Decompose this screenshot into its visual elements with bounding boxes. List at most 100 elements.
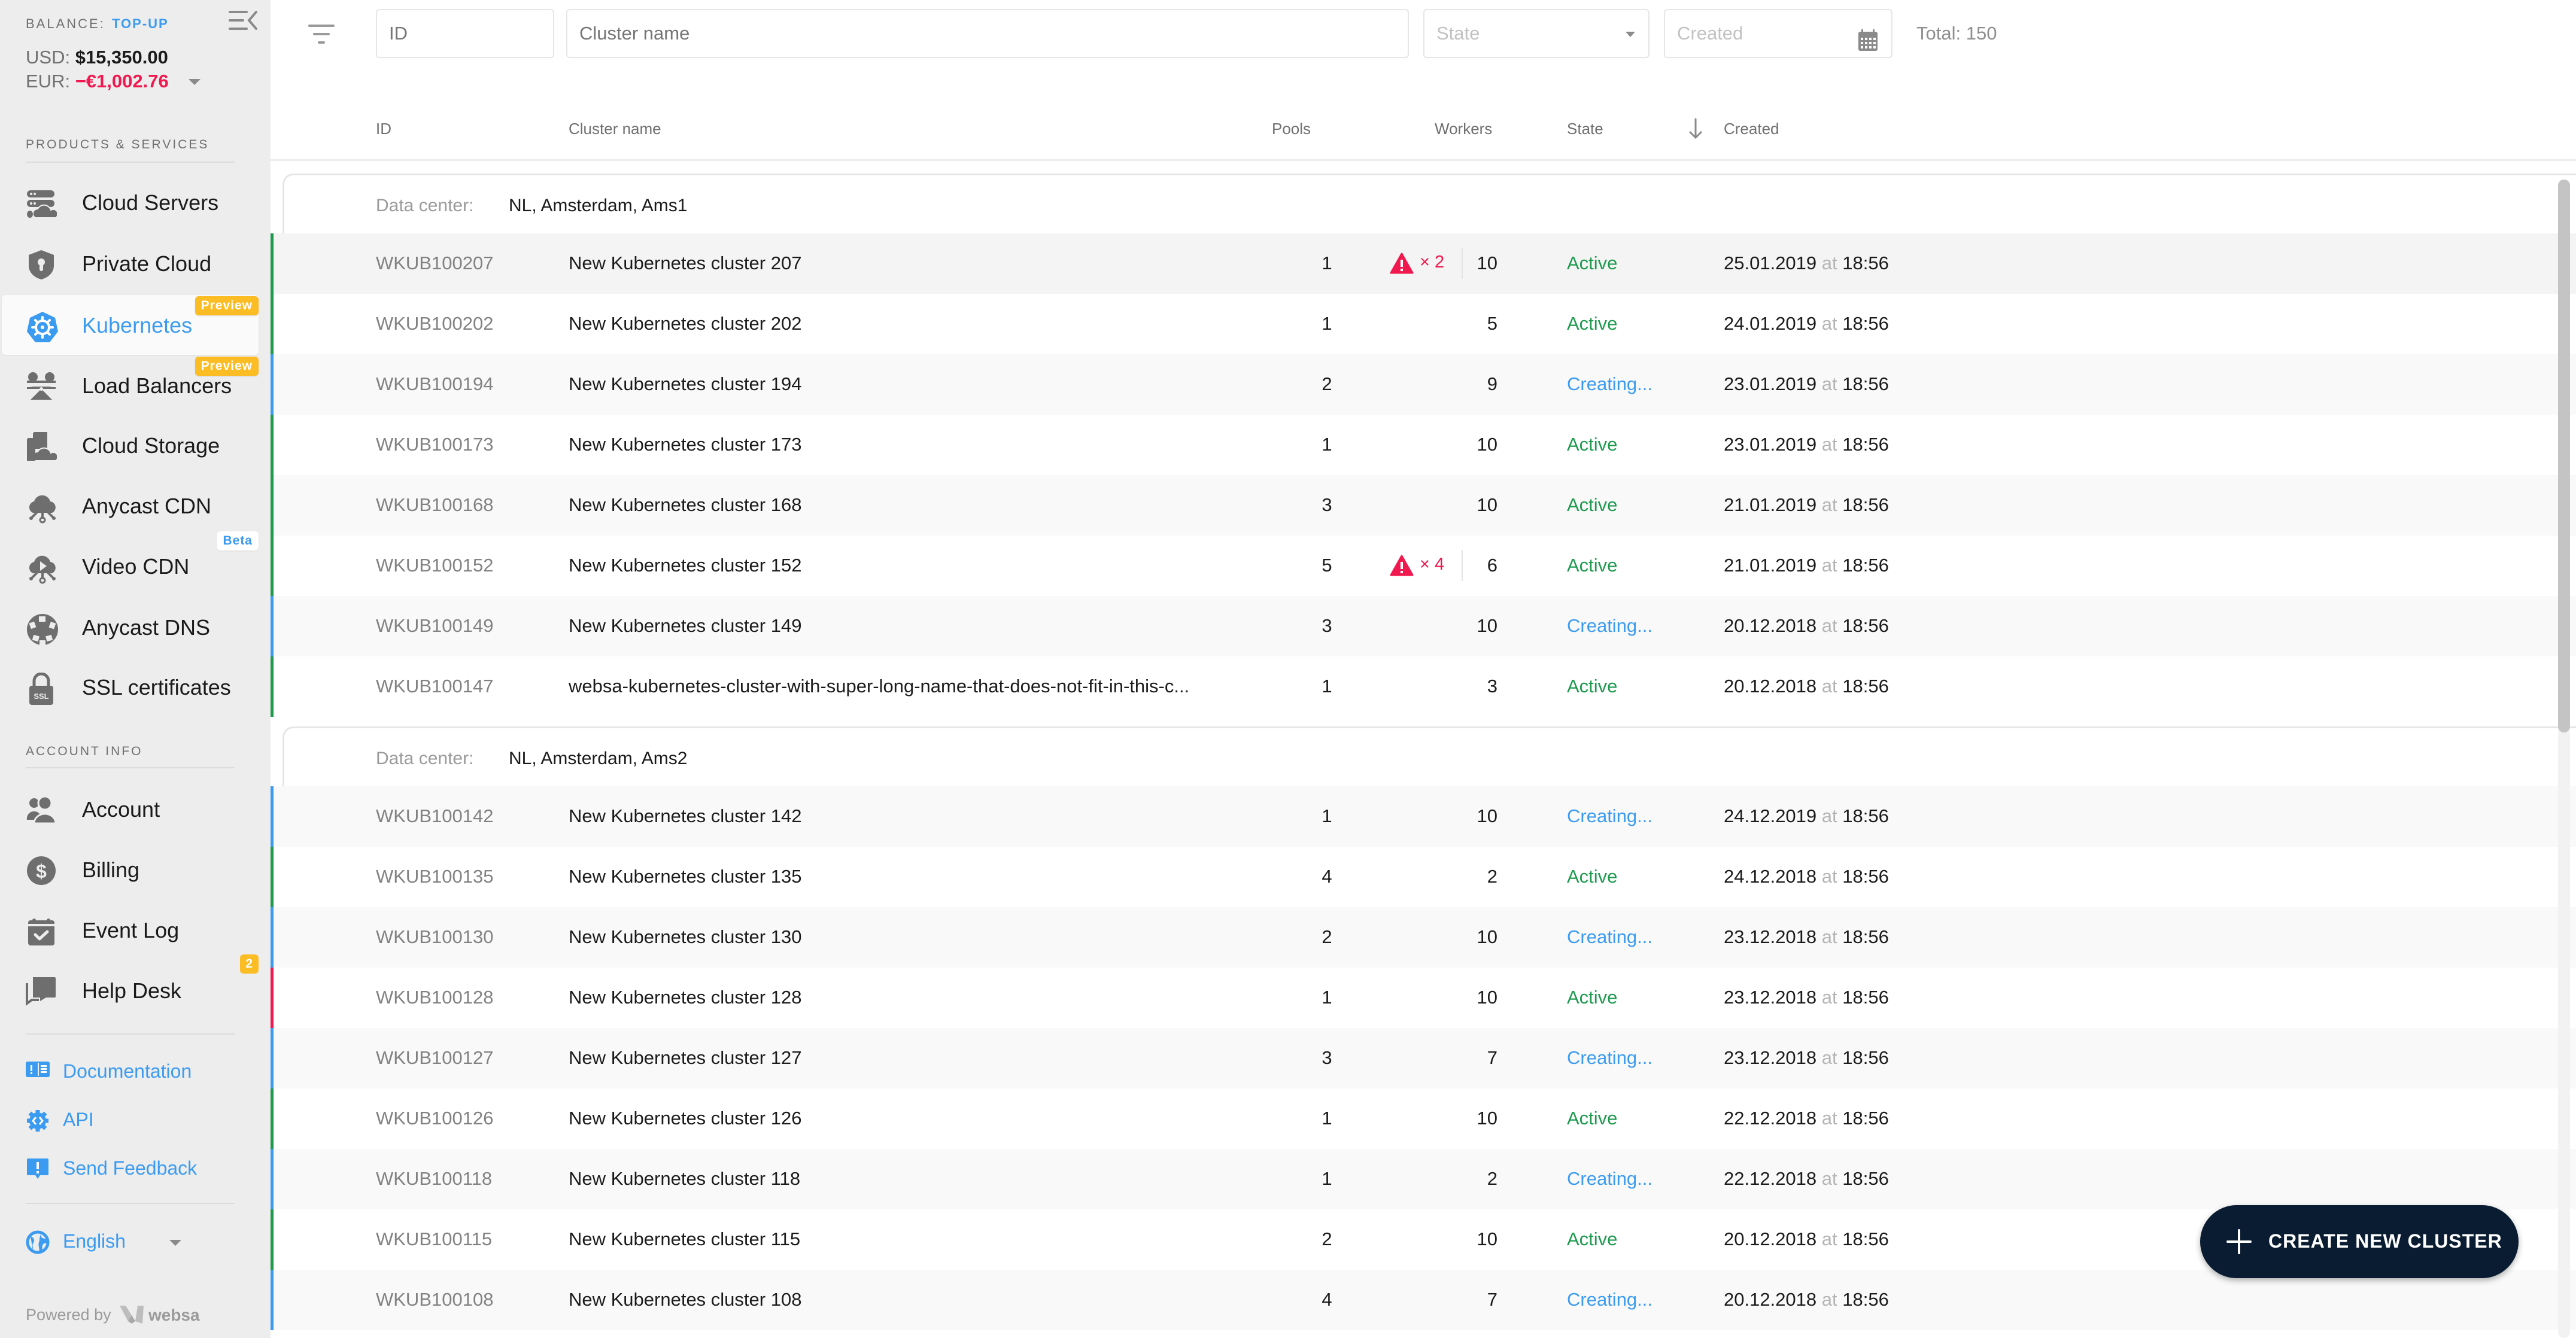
created-datetime: 24.01.2019 at 18:56 [1724, 313, 1889, 334]
at-label: at [1821, 1108, 1837, 1129]
cluster-id: WKUB100147 [376, 676, 494, 697]
table-row[interactable]: WKUB100168 New Kubernetes cluster 168 3 … [271, 475, 2576, 536]
status-stripe [271, 294, 274, 354]
topup-link[interactable]: TOP-UP [112, 16, 169, 32]
table-row[interactable]: WKUB100130 New Kubernetes cluster 130 2 … [271, 907, 2576, 968]
scrollbar-thumb[interactable] [2558, 180, 2570, 732]
sidebar-item-load-balancers[interactable]: Load Balancers Preview [2, 355, 259, 415]
status-stripe [271, 596, 274, 656]
created-date: 23.12.2018 [1724, 1047, 1817, 1068]
language-selector[interactable]: English [26, 1227, 187, 1257]
sidebar-item-anycast-cdn[interactable]: Anycast CDN [2, 476, 259, 536]
created-time: 18:56 [1842, 1228, 1889, 1249]
pools-count: 4 [1322, 866, 1332, 887]
created-date: 22.12.2018 [1724, 1168, 1817, 1189]
id-filter-input[interactable] [376, 9, 554, 58]
cluster-name: New Kubernetes cluster 135 [569, 866, 802, 887]
table-row[interactable]: WKUB100147 websa-kubernetes-cluster-with… [271, 656, 2576, 717]
total-count: Total: 150 [1916, 23, 1997, 44]
cluster-name: New Kubernetes cluster 128 [569, 987, 802, 1008]
status-badge: Active [1567, 253, 1618, 273]
created-time: 18:56 [1842, 555, 1889, 576]
created-date: 20.12.2018 [1724, 1289, 1817, 1310]
column-header-state[interactable]: State [1567, 120, 1603, 138]
cluster-id: WKUB100126 [376, 1108, 494, 1129]
eur-balance: EUR: −€1,002.76 [26, 71, 169, 92]
workers-count: 7 [1487, 1289, 1497, 1310]
table-row[interactable]: WKUB100126 New Kubernetes cluster 126 1 … [271, 1088, 2576, 1149]
table-row[interactable]: WKUB100207 New Kubernetes cluster 207 1 … [271, 233, 2576, 294]
sidebar-item-kubernetes[interactable]: Kubernetes Preview [2, 295, 259, 355]
sort-descending-icon[interactable] [1688, 117, 1703, 140]
sidebar-item-anycast-dns[interactable]: Anycast DNS [2, 597, 259, 657]
table-row[interactable]: WKUB100128 New Kubernetes cluster 128 1 … [271, 968, 2576, 1028]
table-row[interactable]: WKUB100194 New Kubernetes cluster 194 2 … [271, 354, 2576, 415]
table-row[interactable]: WKUB100127 New Kubernetes cluster 127 3 … [271, 1028, 2576, 1088]
balance-dropdown-icon[interactable] [189, 79, 201, 85]
table-row[interactable]: WKUB100202 New Kubernetes cluster 202 1 … [271, 294, 2576, 354]
create-new-cluster-button[interactable]: CREATE NEW CLUSTER [2200, 1205, 2519, 1278]
column-header-id[interactable]: ID [376, 120, 391, 138]
column-header-created[interactable]: Created [1724, 120, 1779, 138]
chevron-down-icon [1626, 32, 1635, 37]
balance-label: BALANCE: [26, 16, 105, 31]
at-label: at [1821, 1168, 1837, 1189]
status-badge: Creating... [1567, 1289, 1653, 1310]
cluster-name: websa-kubernetes-cluster-with-super-long… [569, 676, 1190, 697]
sidebar-item-ssl-certificates[interactable]: SSL SSL certificates [2, 657, 259, 717]
column-header-name[interactable]: Cluster name [569, 120, 661, 138]
column-header-workers[interactable]: Workers [1435, 120, 1492, 138]
status-stripe [271, 536, 274, 596]
created-filter-input[interactable]: Created [1664, 9, 1892, 58]
sidebar-item-event-log[interactable]: Event Log [2, 900, 259, 960]
sidebar-item-cloud-storage[interactable]: Cloud Storage [2, 415, 259, 475]
sidebar-item-billing[interactable]: $ Billing [2, 840, 259, 899]
divider [26, 1203, 235, 1204]
status-stripe [271, 475, 274, 536]
column-header-pools[interactable]: Pools [1272, 120, 1311, 138]
cluster-id: WKUB100207 [376, 253, 494, 273]
cloud-storage-icon [26, 431, 59, 462]
table-row[interactable]: WKUB100173 New Kubernetes cluster 173 1 … [271, 415, 2576, 475]
status-badge: Creating... [1567, 805, 1653, 826]
table-row[interactable]: WKUB100108 New Kubernetes cluster 108 4 … [271, 1270, 2576, 1330]
cluster-id: WKUB100118 [376, 1168, 493, 1189]
workers-count: 10 [1477, 434, 1497, 455]
table-row[interactable]: WKUB100149 New Kubernetes cluster 149 3 … [271, 596, 2576, 656]
cluster-name-filter-input[interactable] [566, 9, 1409, 58]
state-filter-select[interactable]: State [1423, 9, 1650, 58]
cluster-name: New Kubernetes cluster 126 [569, 1108, 802, 1129]
collapse-sidebar-icon[interactable] [229, 10, 257, 31]
sidebar-item-video-cdn[interactable]: Video CDN Beta [2, 531, 259, 596]
created-time: 18:56 [1842, 313, 1889, 334]
status-badge: Active [1567, 987, 1618, 1008]
sidebar-item-account[interactable]: Account [2, 779, 259, 839]
at-label: at [1821, 926, 1837, 947]
created-time: 18:56 [1842, 253, 1889, 273]
status-badge: Active [1567, 434, 1618, 455]
created-datetime: 24.12.2019 at 18:56 [1724, 805, 1889, 827]
pools-count: 1 [1322, 987, 1332, 1008]
pools-count: 1 [1322, 434, 1332, 455]
workers-count: 10 [1477, 926, 1497, 947]
globe-icon [26, 1230, 50, 1254]
cluster-id: WKUB100130 [376, 926, 494, 947]
sidebar-item-cloud-servers[interactable]: Cloud Servers [2, 172, 259, 232]
data-center-label: Data center: [376, 749, 474, 768]
workers-count: 10 [1477, 253, 1497, 273]
filter-icon[interactable] [308, 23, 335, 47]
sidebar-item-help-desk[interactable]: Help Desk 2 [2, 954, 259, 1020]
status-badge: Active [1567, 555, 1618, 576]
table-row[interactable]: WKUB100135 New Kubernetes cluster 135 4 … [271, 847, 2576, 907]
at-label: at [1821, 1047, 1837, 1068]
table-row[interactable]: WKUB100142 New Kubernetes cluster 142 1 … [271, 786, 2576, 847]
sidebar-item-private-cloud[interactable]: Private Cloud [2, 233, 259, 293]
table-row[interactable]: WKUB100118 New Kubernetes cluster 118 1 … [271, 1149, 2576, 1209]
status-stripe [271, 1149, 274, 1209]
at-label: at [1821, 1289, 1837, 1310]
calendar-icon[interactable] [1858, 22, 1878, 51]
nav-label: Cloud Storage [82, 433, 220, 458]
cluster-name: New Kubernetes cluster 108 [569, 1289, 802, 1310]
cdn-cloud-icon [26, 491, 57, 524]
table-row[interactable]: WKUB100152 New Kubernetes cluster 152 5 … [271, 536, 2576, 596]
